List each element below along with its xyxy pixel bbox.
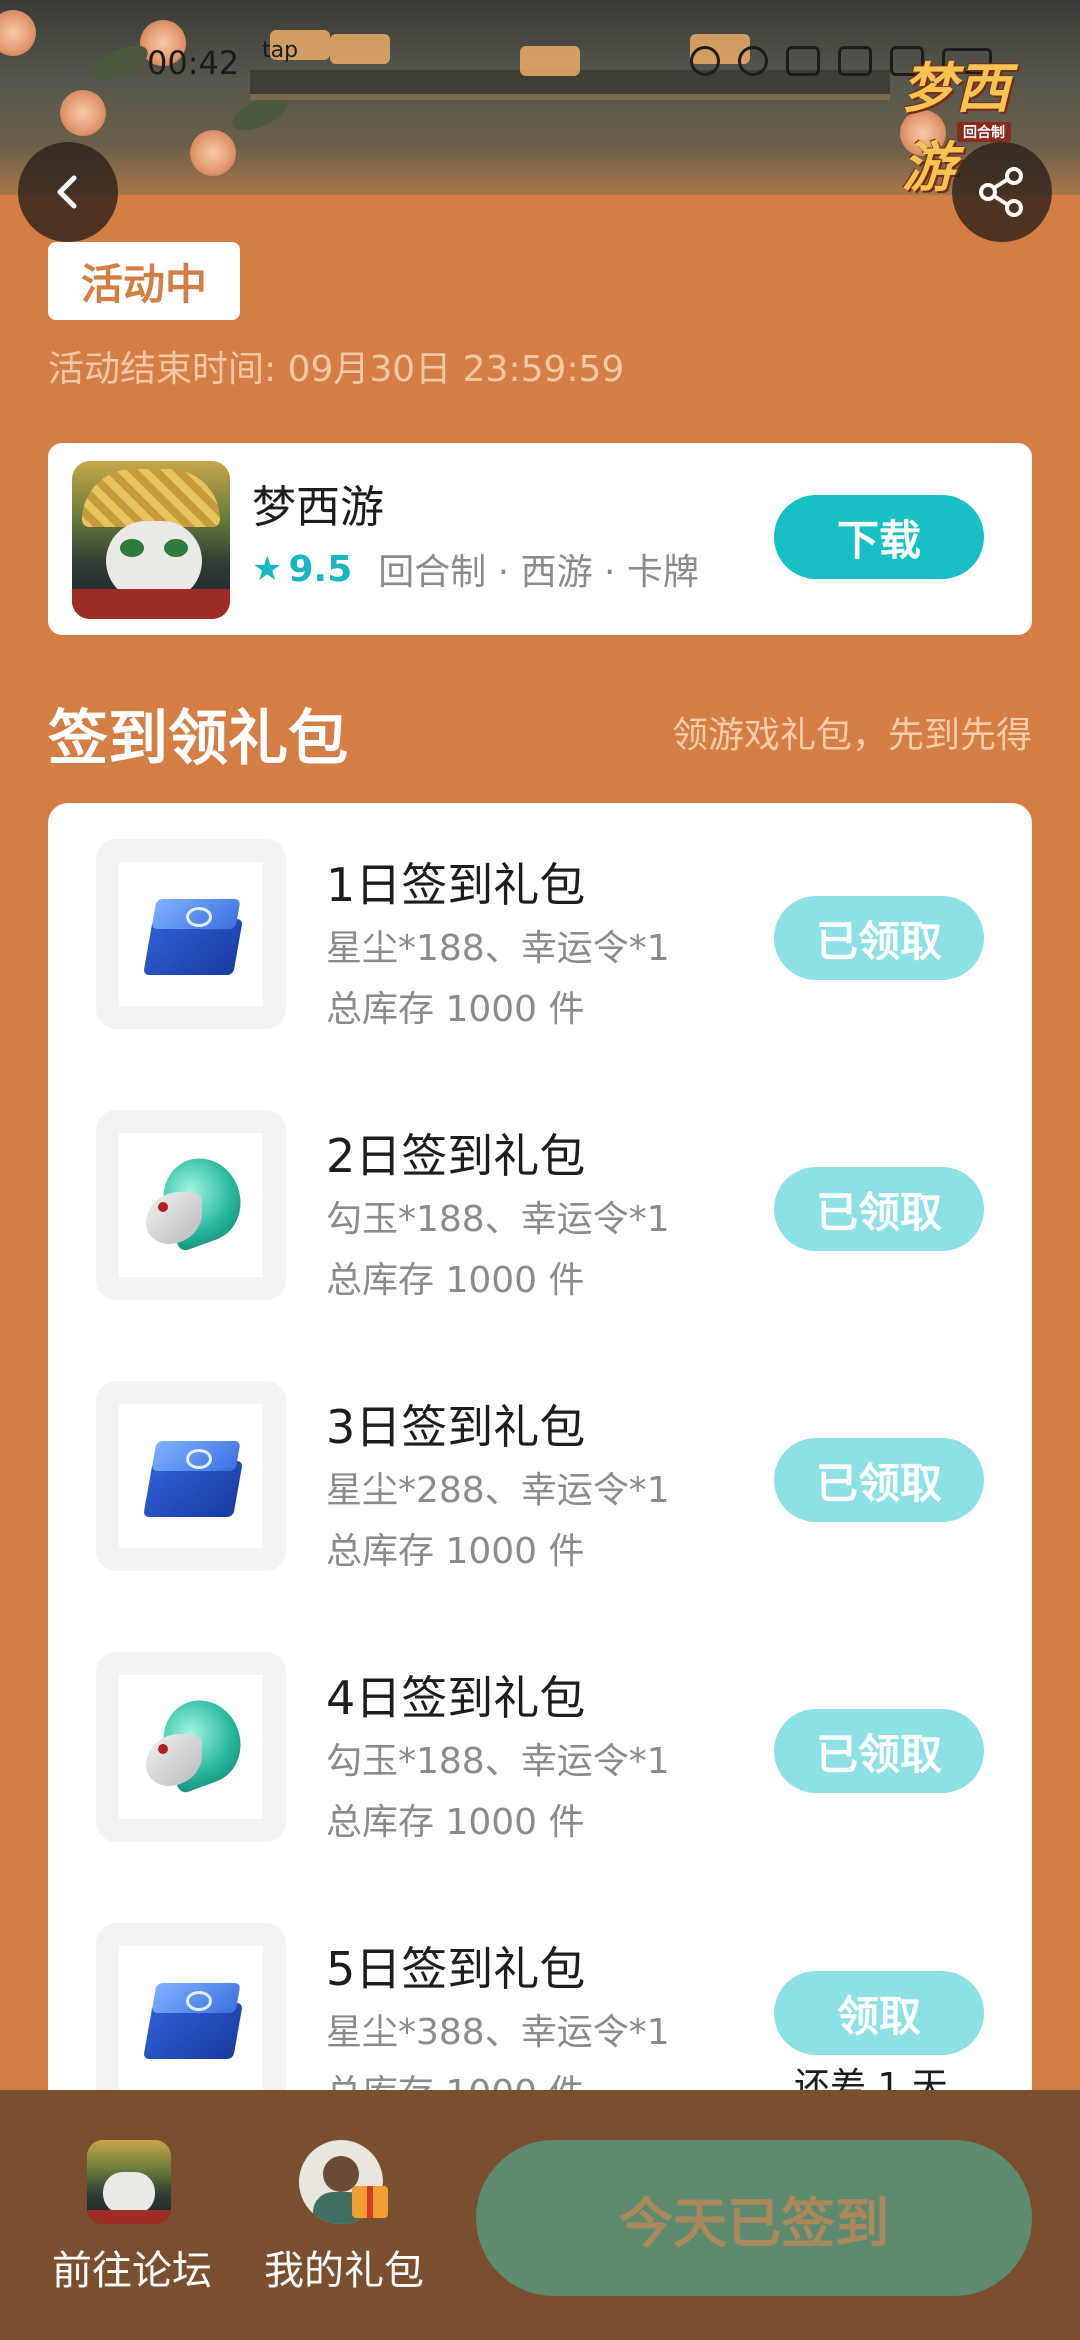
chevron-left-icon (57, 175, 77, 209)
flower-decoration (190, 130, 236, 176)
forum-label: 前往论坛 (52, 2248, 212, 2294)
gift-title: 5日签到礼包 (326, 1942, 586, 1996)
download-button[interactable]: 下载 (774, 495, 984, 579)
status-time: 00:42 (147, 44, 240, 82)
gift-thumbnail (96, 1110, 286, 1300)
app-name: 梦西游 (252, 482, 384, 533)
gift-title: 4日签到礼包 (326, 1671, 586, 1725)
logo-subtext: 回合制 (957, 122, 1011, 142)
gift-list: 1日签到礼包 星尘*188、幸运令*1 总库存 1000 件 已领取 2日签到礼… (48, 803, 1032, 2103)
game-logo: 梦西游 回合制 (902, 44, 1052, 199)
gift-title: 3日签到礼包 (326, 1400, 586, 1454)
gift-thumbnail (96, 1381, 286, 1571)
star-dust-chest-icon (136, 889, 246, 979)
bottom-bar: 前往论坛 我的礼包 今天已签到 (0, 2090, 1080, 2340)
section-title: 签到领礼包 (48, 704, 348, 774)
claimed-button[interactable]: 已领取 (774, 1167, 984, 1251)
star-dust-chest-icon (136, 1431, 246, 1521)
share-button[interactable] (952, 142, 1052, 242)
my-gifts-tab[interactable]: 我的礼包 (254, 2090, 434, 2340)
jade-icon (136, 1689, 253, 1802)
status-extra: tap (262, 38, 299, 63)
gift-description: 勾玉*188、幸运令*1 (326, 1741, 670, 1782)
gift-stock: 总库存 1000 件 (326, 1260, 585, 1301)
eye-icon (690, 46, 720, 76)
activity-status-tag: 活动中 (48, 242, 240, 320)
gift-description: 星尘*188、幸运令*1 (326, 928, 670, 969)
my-gifts-label: 我的礼包 (264, 2248, 424, 2294)
gift-item: 1日签到礼包 星尘*188、幸运令*1 总库存 1000 件 已领取 (48, 803, 1032, 1030)
share-icon (979, 167, 1023, 217)
forum-icon (87, 2140, 171, 2224)
gift-stock: 总库存 1000 件 (326, 1531, 585, 1572)
gift-thumbnail (96, 839, 286, 1029)
gift-stock: 总库存 1000 件 (326, 1802, 585, 1843)
app-rating: 9.5 (288, 548, 353, 590)
gift-description: 勾玉*188、幸运令*1 (326, 1199, 670, 1240)
gift-thumbnail (96, 1652, 286, 1842)
jade-icon (136, 1147, 253, 1260)
app-card[interactable]: 梦西游 ★ 9.5 回合制 · 西游 · 卡牌 下载 (48, 443, 1032, 635)
star-dust-chest-icon (136, 1973, 246, 2063)
app-meta: ★ 9.5 回合制 · 西游 · 卡牌 (252, 543, 699, 595)
alarm-icon (738, 46, 768, 76)
gift-description: 星尘*288、幸运令*1 (326, 1470, 670, 1511)
game-app-icon (72, 461, 230, 619)
gift-title: 2日签到礼包 (326, 1129, 586, 1183)
claimed-button[interactable]: 已领取 (774, 1438, 984, 1522)
gift-item: 2日签到礼包 勾玉*188、幸运令*1 总库存 1000 件 已领取 (48, 1074, 1032, 1301)
star-icon: ★ (252, 549, 283, 589)
gift-box-icon (352, 2186, 388, 2218)
gift-description: 星尘*388、幸运令*1 (326, 2012, 670, 2053)
forum-tab[interactable]: 前往论坛 (42, 2090, 222, 2340)
app-tags: 回合制 · 西游 · 卡牌 (378, 552, 699, 593)
wifi-icon (838, 46, 872, 76)
section-hint: 领游戏礼包，先到先得 (671, 715, 1032, 756)
claim-button[interactable]: 领取 (774, 1971, 984, 2055)
signed-in-today-button[interactable]: 今天已签到 (476, 2140, 1032, 2296)
gift-item: 5日签到礼包 星尘*388、幸运令*1 总库存 1000 件 领取 还差 1 天 (48, 1887, 1032, 2103)
claimed-button[interactable]: 已领取 (774, 1709, 984, 1793)
gift-stock: 总库存 1000 件 (326, 989, 585, 1030)
gift-thumbnail (96, 1923, 286, 2103)
gift-item: 4日签到礼包 勾玉*188、幸运令*1 总库存 1000 件 已领取 (48, 1616, 1032, 1843)
gift-title: 1日签到礼包 (326, 858, 586, 912)
bluetooth-icon (786, 46, 820, 76)
gift-item: 3日签到礼包 星尘*288、幸运令*1 总库存 1000 件 已领取 (48, 1345, 1032, 1572)
claimed-button[interactable]: 已领取 (774, 896, 984, 980)
activity-end-time: 活动结束时间: 09月30日 23:59:59 (48, 349, 625, 390)
flower-decoration (60, 90, 106, 136)
back-button[interactable] (18, 142, 118, 242)
